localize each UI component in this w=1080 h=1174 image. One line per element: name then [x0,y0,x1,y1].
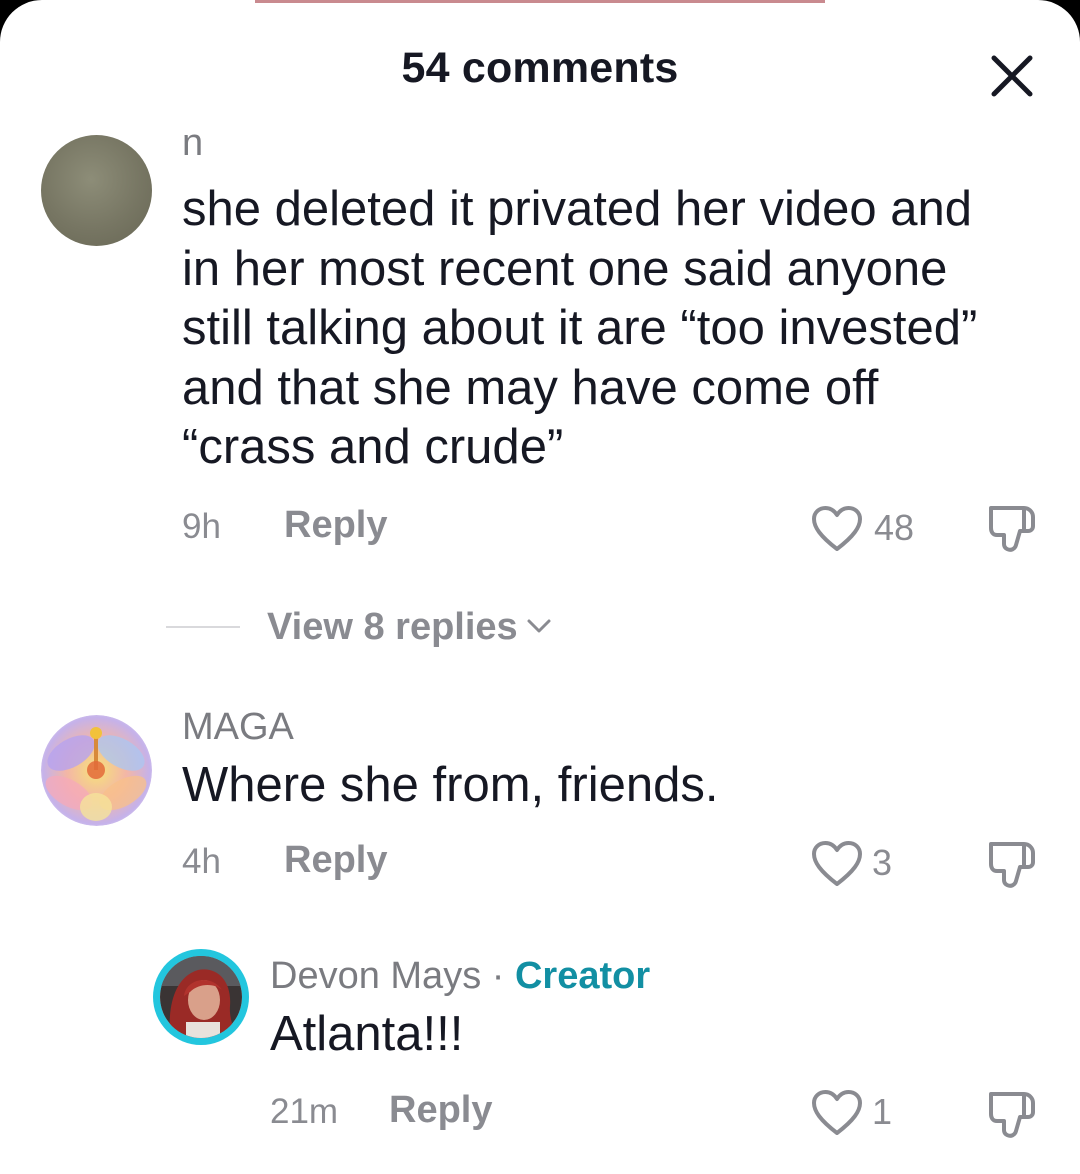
avatar[interactable] [41,715,152,826]
reply-button[interactable]: Reply [284,839,387,882]
thumbs-down-icon[interactable] [986,836,1040,892]
comment-timestamp: 9h [182,507,221,546]
reply-button[interactable]: Reply [389,1089,492,1132]
view-replies-button[interactable]: View 8 replies [267,606,552,649]
comments-sheet: 54 comments n she deleted it privated he… [0,0,1080,1174]
view-replies-label: View 8 replies [267,606,518,648]
reply-button[interactable]: Reply [284,504,387,547]
thumbs-down-icon[interactable] [986,1086,1040,1142]
heart-outline-icon[interactable] [810,1089,864,1137]
comment-text: she deleted it privated her video and in… [182,182,978,474]
like-count: 3 [872,842,893,883]
avatar[interactable] [41,135,152,246]
comment-timestamp: 4h [182,842,221,881]
background-video-sliver [255,0,825,3]
comment-username[interactable]: n [182,122,203,165]
separator-dot: · [491,955,505,997]
close-button[interactable] [986,50,1038,102]
close-icon [991,55,1033,97]
like-count: 1 [872,1091,893,1132]
comment-username[interactable]: MAGA [182,706,294,749]
like-count: 48 [874,507,915,548]
reply-text: Atlanta!!! [270,1007,464,1061]
replies-divider [166,626,240,628]
heart-outline-icon[interactable] [810,505,864,553]
comment-text: Where she from, friends. [182,758,719,812]
heart-outline-icon[interactable] [810,840,864,888]
reply-timestamp: 21m [270,1092,339,1131]
chevron-down-icon [527,619,551,633]
reply-username[interactable]: Devon Mays [270,955,481,997]
comments-count-title: 54 comments [401,44,679,92]
avatar-photo-image [160,956,242,1038]
thumbs-down-icon[interactable] [986,500,1040,556]
creator-avatar[interactable] [153,949,249,1045]
reply-header: Devon Mays · Creator [270,955,650,998]
creator-badge: Creator [514,955,651,997]
flower-avatar-image [41,715,152,826]
creator-avatar-photo [160,956,242,1038]
